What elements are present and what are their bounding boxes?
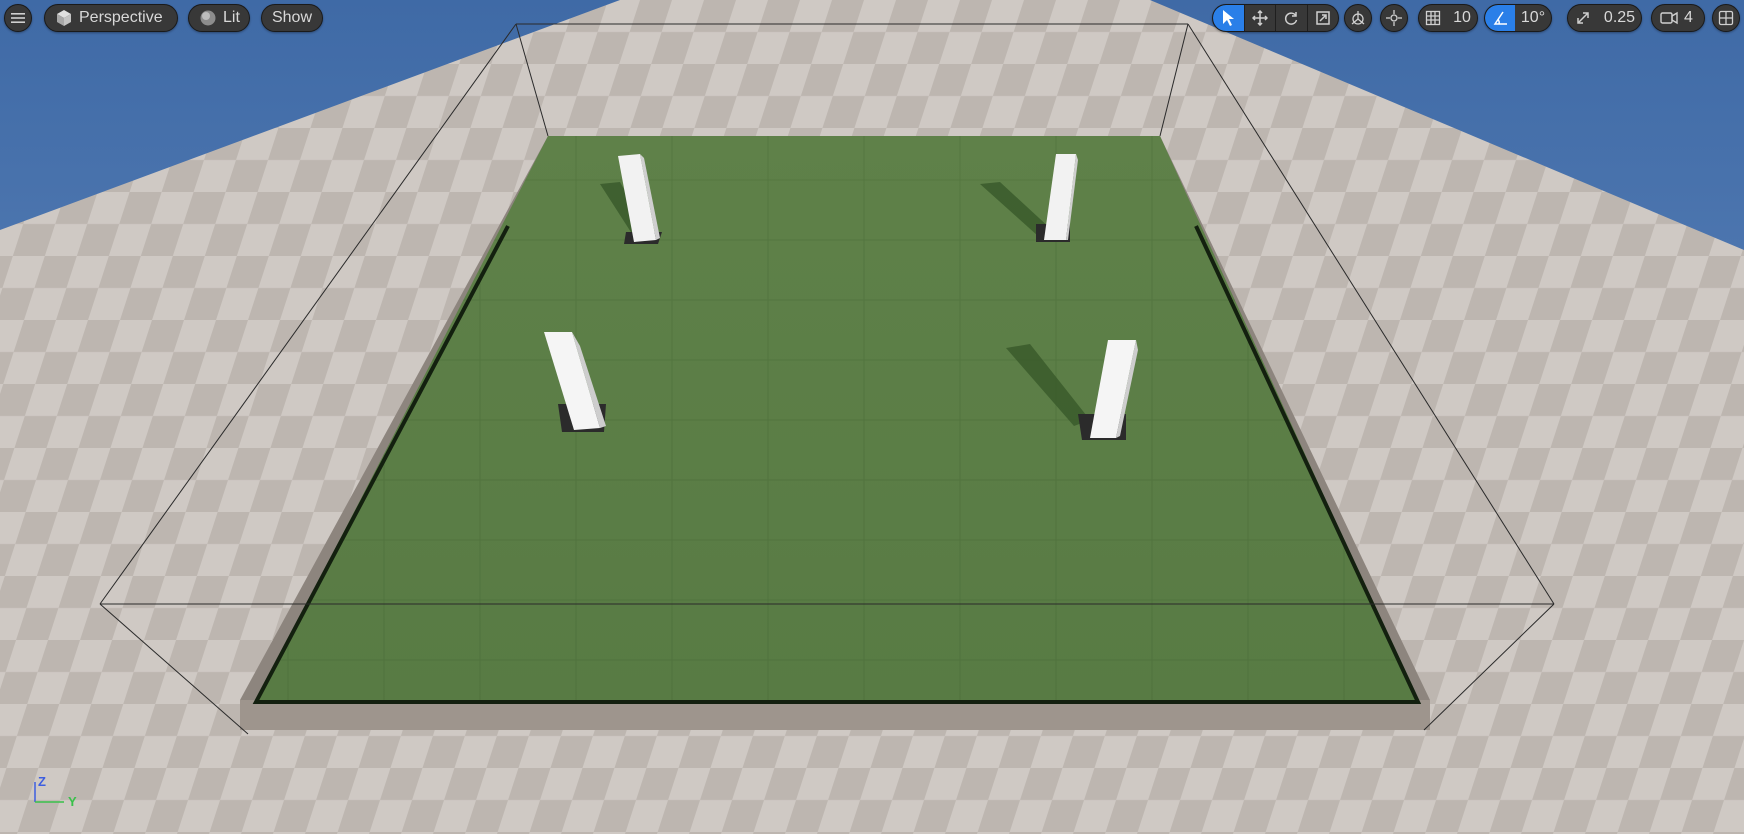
world-globe-icon [1349, 9, 1367, 27]
lit-mode-button[interactable]: Lit [188, 4, 250, 32]
axis-gizmo: Z Y [28, 772, 88, 812]
viewport-toolbar: Perspective Lit Show 10 10° 0.25 4 [0, 4, 1744, 32]
grid-snap-toggle[interactable] [1419, 5, 1447, 31]
show-flags-label: Show [271, 9, 313, 26]
rotate-mode-button[interactable] [1275, 5, 1307, 31]
scale-snap-value: 0.25 [1603, 9, 1636, 26]
viewport-layout-button[interactable] [1712, 4, 1740, 32]
surface-snap-button[interactable] [1380, 4, 1408, 32]
transform-tools-group [1212, 4, 1339, 32]
rotation-snap-value-dropdown[interactable]: 10° [1515, 5, 1551, 31]
grid-snap-value-dropdown[interactable]: 10 [1447, 5, 1477, 31]
grid-snap-group: 10 [1418, 4, 1478, 32]
scale-snap-group: 0.25 [1567, 4, 1642, 32]
axis-y-label: Y [68, 794, 77, 809]
level-viewport[interactable] [0, 0, 1744, 834]
viewport-scene[interactable] [0, 0, 1744, 834]
sphere-icon [199, 9, 217, 27]
lit-mode-label: Lit [223, 9, 240, 26]
move-arrows-icon [1251, 10, 1268, 26]
grid-icon [1425, 10, 1441, 26]
translate-mode-button[interactable] [1243, 5, 1276, 31]
viewport-layout-icon [1718, 10, 1734, 26]
scale-mode-button[interactable] [1306, 5, 1339, 31]
cursor-arrow-icon [1221, 9, 1235, 27]
slab-front-edge [240, 700, 1430, 730]
scale-snap-value-dropdown[interactable]: 0.25 [1598, 5, 1641, 31]
perspective-mode-button[interactable]: Perspective [44, 4, 178, 32]
rotation-snap-group: 10° [1484, 4, 1552, 32]
hamburger-menu-icon [10, 11, 26, 25]
surface-snap-icon [1385, 9, 1403, 27]
select-mode-button[interactable] [1213, 5, 1244, 31]
perspective-mode-label: Perspective [79, 9, 163, 26]
grid-snap-value: 10 [1453, 9, 1471, 26]
camera-speed-value: 4 [1684, 9, 1693, 26]
show-flags-button[interactable]: Show [261, 4, 323, 32]
video-camera-icon [1660, 11, 1678, 25]
rotation-snap-toggle[interactable] [1485, 5, 1515, 31]
viewport-menu-button[interactable] [4, 4, 32, 32]
camera-speed-button[interactable]: 4 [1651, 4, 1705, 32]
coordinate-space-button[interactable] [1344, 4, 1372, 32]
scale-icon [1315, 10, 1331, 26]
cube-icon [55, 9, 73, 27]
diagonal-arrows-icon [1575, 10, 1591, 26]
rotation-snap-value: 10° [1520, 9, 1546, 26]
axis-z-label: Z [38, 774, 46, 789]
rotate-icon [1283, 10, 1299, 26]
scale-snap-toggle[interactable] [1568, 5, 1598, 31]
angle-icon [1492, 10, 1508, 26]
